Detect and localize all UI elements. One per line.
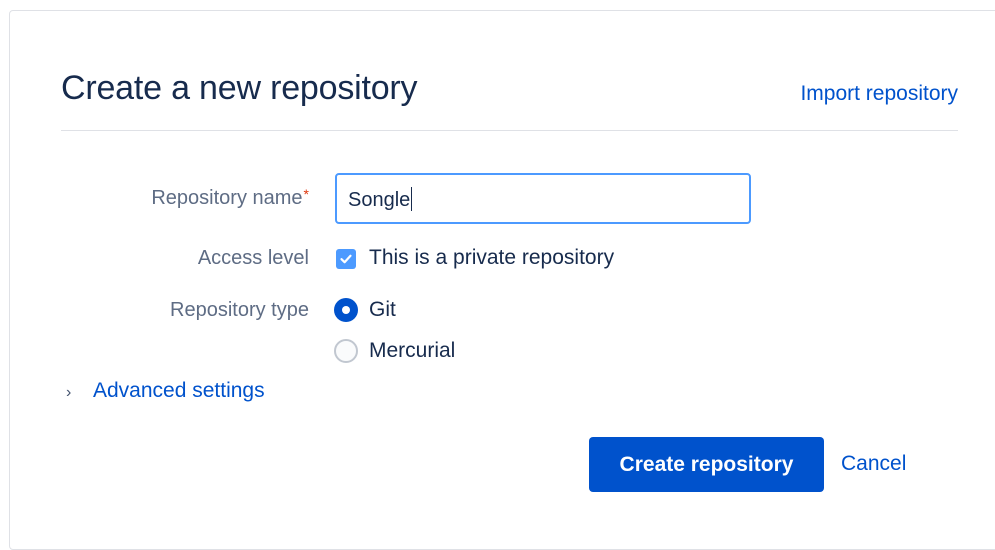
mercurial-radio[interactable] bbox=[334, 339, 358, 363]
header-divider bbox=[61, 130, 958, 131]
access-level-label: Access level bbox=[197, 247, 309, 269]
page-title: Create a new repository bbox=[61, 69, 418, 107]
repository-name-value: Songle bbox=[348, 186, 413, 213]
import-repository-link[interactable]: Import repository bbox=[800, 80, 958, 108]
repository-name-value-text: Songle bbox=[348, 189, 411, 211]
create-repository-button[interactable]: Create repository bbox=[589, 437, 824, 492]
chevron-right-icon: › bbox=[66, 384, 72, 401]
text-caret bbox=[411, 186, 413, 211]
private-repository-checkbox[interactable] bbox=[336, 249, 356, 269]
mercurial-option-label[interactable]: Mercurial bbox=[369, 337, 455, 365]
git-radio[interactable] bbox=[334, 298, 358, 322]
git-option-label[interactable]: Git bbox=[369, 296, 396, 324]
required-mark: * bbox=[303, 186, 309, 202]
advanced-settings-label: Advanced settings bbox=[93, 379, 265, 402]
repository-name-input[interactable]: Songle bbox=[335, 173, 751, 224]
private-repository-label[interactable]: This is a private repository bbox=[369, 244, 614, 272]
checkmark-icon bbox=[340, 254, 352, 264]
repository-name-label-text: Repository name bbox=[151, 187, 303, 209]
repository-type-label: Repository type bbox=[170, 299, 309, 321]
repository-name-label: Repository name* bbox=[151, 184, 309, 212]
advanced-settings-toggle[interactable]: › Advanced settings bbox=[66, 377, 265, 407]
cancel-link[interactable]: Cancel bbox=[841, 450, 906, 478]
